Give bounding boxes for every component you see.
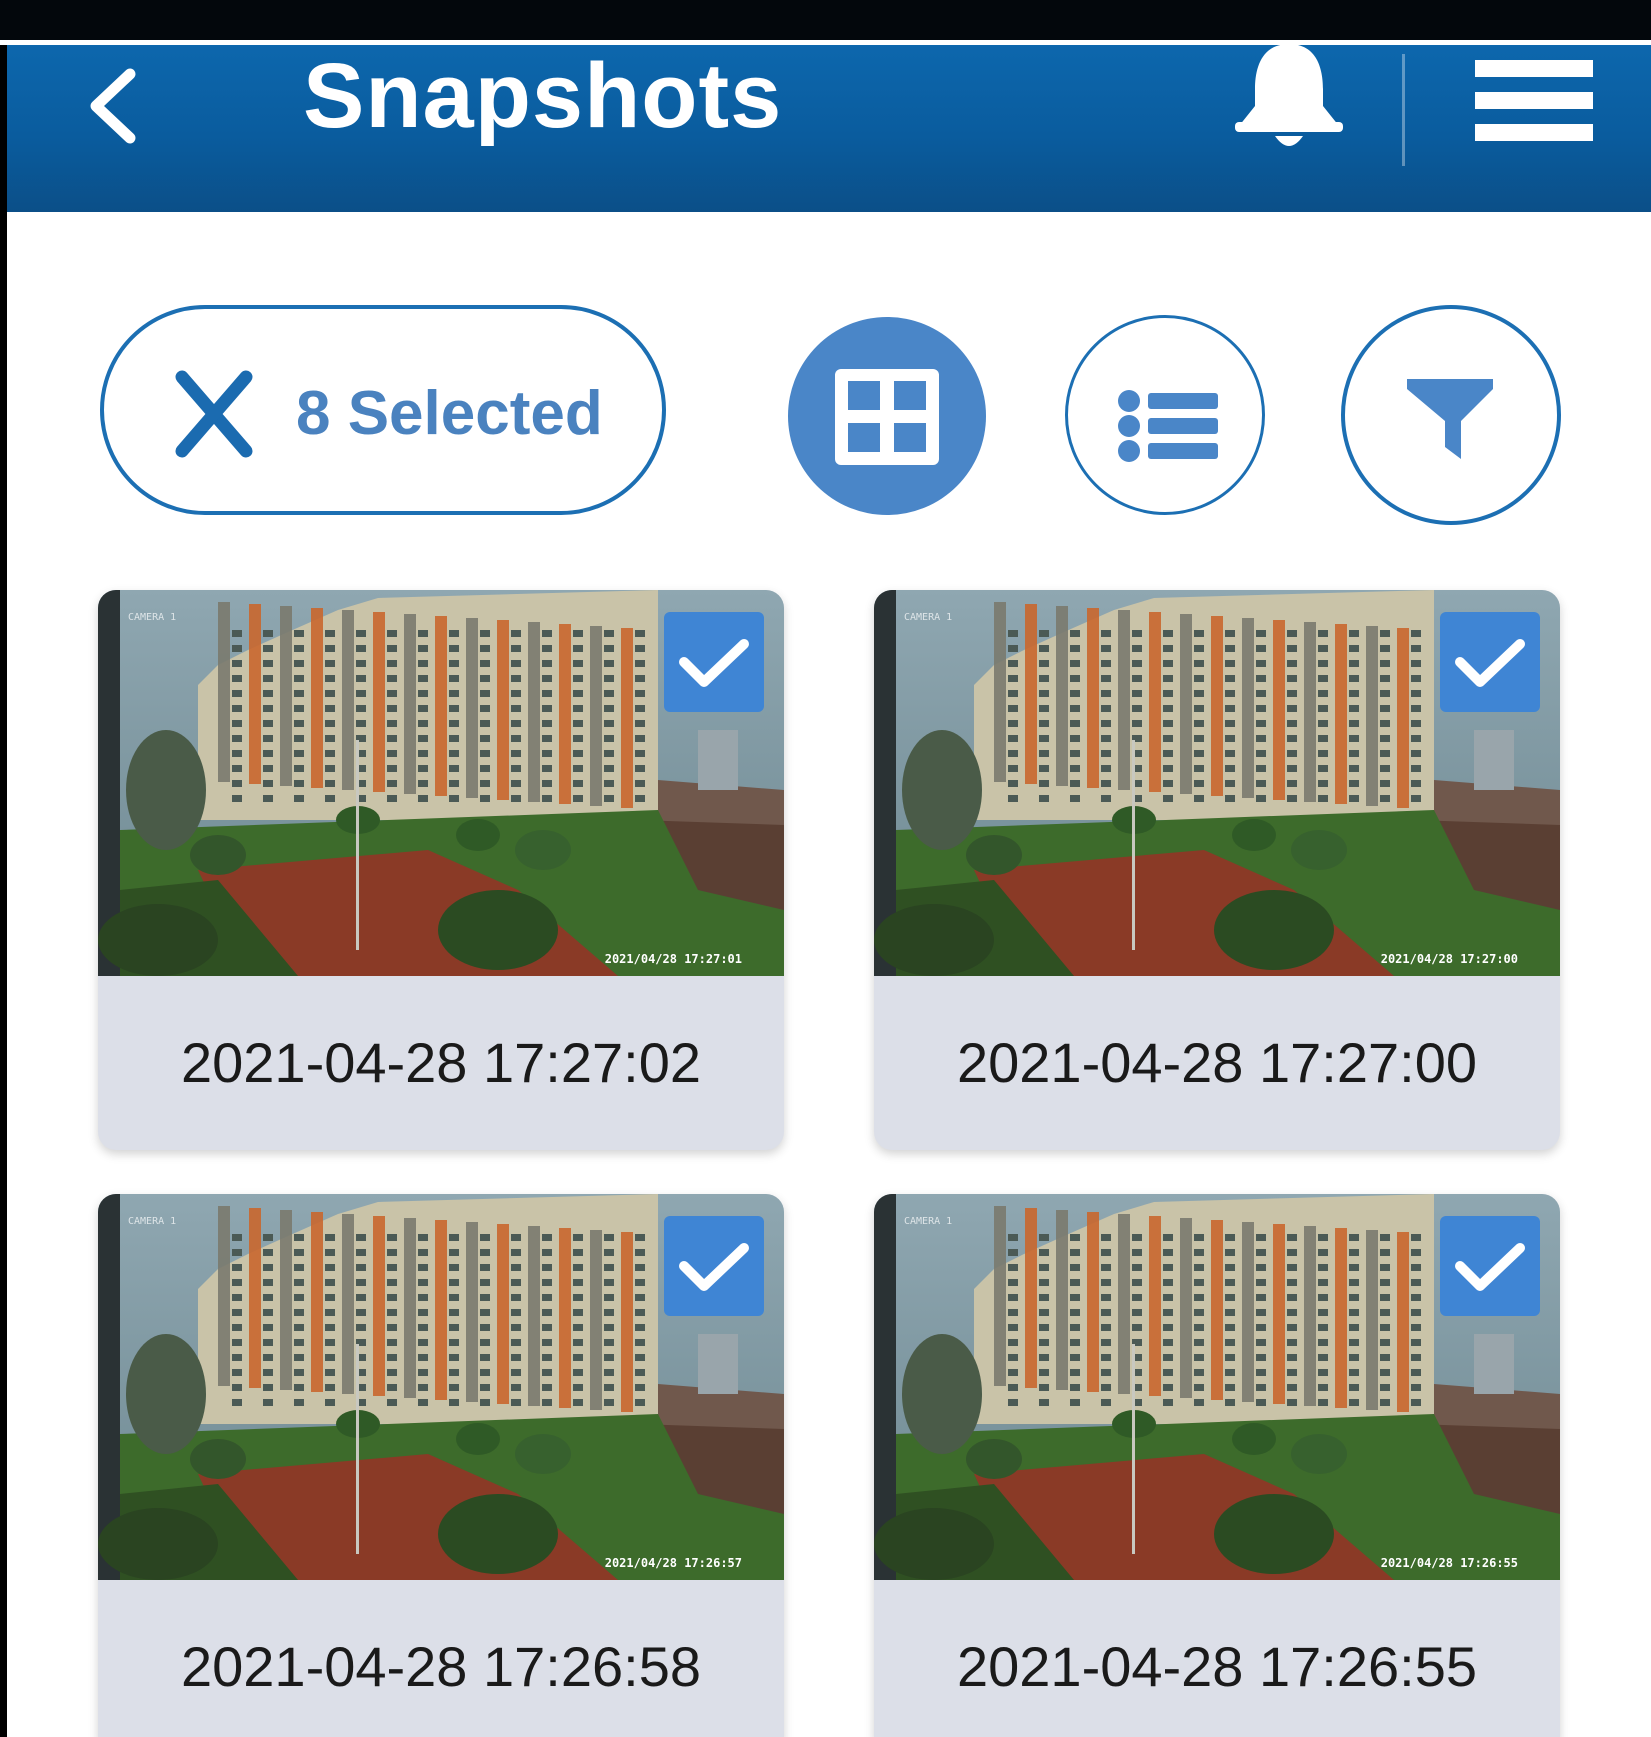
snapshot-card[interactable]: CAMERA 1 2021/04/28 17:27:00 2021-04-28 …: [874, 590, 1560, 1150]
list-view-button[interactable]: [1065, 315, 1265, 515]
grid-icon: [835, 369, 939, 465]
camera-name-overlay: CAMERA 1: [904, 1216, 953, 1227]
image-timestamp-overlay: 2021/04/28 17:27:01: [604, 952, 742, 966]
checkmark-icon: [1455, 639, 1525, 687]
snapshot-timestamp: 2021-04-28 17:26:58: [181, 1635, 701, 1698]
camera-name-overlay: CAMERA 1: [128, 1216, 177, 1227]
select-checkbox[interactable]: [664, 1216, 764, 1316]
filter-icon: [1407, 379, 1493, 459]
snapshot-timestamp: 2021-04-28 17:26:55: [957, 1635, 1477, 1698]
back-button[interactable]: [82, 66, 152, 156]
notifications-button[interactable]: [1229, 44, 1349, 174]
app-header: Snapshots: [7, 44, 1651, 212]
bell-icon: [1235, 44, 1343, 146]
snapshot-timestamp: 2021-04-28 17:27:02: [181, 1031, 701, 1094]
selection-count-label: 8 Selected: [296, 379, 603, 448]
snapshot-card[interactable]: CAMERA 1 2021/04/28 17:27:01 2021-04-28 …: [98, 590, 784, 1150]
snapshot-thumbnail[interactable]: CAMERA 1 2021/04/28 17:26:57: [98, 1194, 784, 1580]
snapshot-card[interactable]: CAMERA 1 2021/04/28 17:26:55 2021-04-28 …: [874, 1194, 1560, 1737]
snapshot-thumbnail[interactable]: CAMERA 1 2021/04/28 17:26:55: [874, 1194, 1560, 1580]
list-icon: [1118, 390, 1218, 462]
camera-name-overlay: CAMERA 1: [904, 612, 953, 623]
app-content: Snapshots 8 Selected CAMERA 1 2021/04/28…: [7, 0, 1651, 1737]
select-checkbox[interactable]: [664, 612, 764, 712]
filter-button[interactable]: [1341, 305, 1561, 525]
selection-toolbar: 8 Selected: [7, 300, 1651, 530]
menu-button[interactable]: [1467, 44, 1597, 164]
select-checkbox[interactable]: [1440, 612, 1540, 712]
camera-name-overlay: CAMERA 1: [128, 612, 177, 623]
app-screen: Snapshots 8 Selected CAMERA 1 2021/04/28…: [0, 0, 1651, 1737]
image-timestamp-overlay: 2021/04/28 17:26:57: [604, 1556, 742, 1570]
header-divider: [1402, 54, 1405, 166]
snapshot-thumbnail[interactable]: CAMERA 1 2021/04/28 17:27:01: [98, 590, 784, 976]
grid-view-button[interactable]: [788, 317, 986, 515]
checkmark-icon: [1455, 1243, 1525, 1291]
status-bar: [0, 0, 1651, 45]
image-timestamp-overlay: 2021/04/28 17:27:00: [1380, 952, 1518, 966]
snapshot-timestamp: 2021-04-28 17:27:00: [957, 1031, 1477, 1094]
chevron-left-icon: [90, 68, 136, 144]
snapshot-card[interactable]: CAMERA 1 2021/04/28 17:26:57 2021-04-28 …: [98, 1194, 784, 1737]
checkmark-icon: [679, 639, 749, 687]
status-bar-divider: [0, 40, 1651, 45]
snapshot-thumbnail[interactable]: CAMERA 1 2021/04/28 17:27:00: [874, 590, 1560, 976]
deselect-all-button[interactable]: 8 Selected: [100, 305, 666, 515]
close-icon[interactable]: [174, 369, 254, 459]
select-checkbox[interactable]: [1440, 1216, 1540, 1316]
image-timestamp-overlay: 2021/04/28 17:26:55: [1380, 1556, 1518, 1570]
page-title: Snapshots: [303, 45, 783, 147]
hamburger-menu-icon: [1475, 60, 1593, 141]
checkmark-icon: [679, 1243, 749, 1291]
